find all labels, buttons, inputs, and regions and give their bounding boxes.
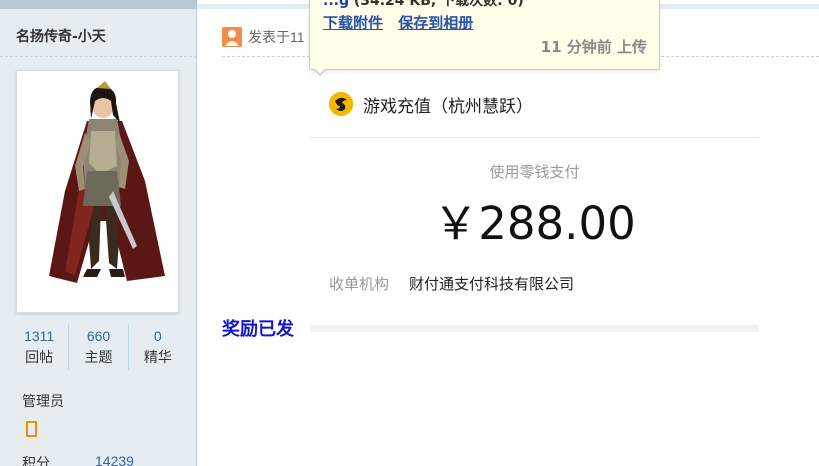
reward-note: 奖励已发 xyxy=(222,319,294,340)
merchant-row: 游戏充值（杭州慧跃） xyxy=(329,91,533,117)
attachment-actions: 下载附件 保存到相册 xyxy=(323,12,483,33)
game-logo-icon xyxy=(329,92,353,116)
stat-value[interactable]: 1311 xyxy=(10,324,68,348)
author-sidebar: 名扬传奇-小天 1311 回帖 660 主题 0 精华 管理员 积分 14239 xyxy=(0,9,197,466)
posted-time: 11 xyxy=(290,29,305,45)
post-header: 发表于 11 xyxy=(222,25,305,49)
attachment-filename-text[interactable]: ...g xyxy=(323,0,349,9)
stat-value[interactable]: 660 xyxy=(69,324,127,348)
merchant-name: 游戏充值（杭州慧跃） xyxy=(363,96,533,117)
download-attachment-link[interactable]: 下载附件 xyxy=(323,14,383,32)
card-bottom-band xyxy=(310,325,759,332)
stat-label: 回帖 xyxy=(25,350,54,366)
posted-label: 发表于 xyxy=(248,30,290,46)
stat-replies[interactable]: 1311 回帖 xyxy=(10,324,70,370)
tooltip-arrow-inner xyxy=(314,68,326,74)
save-to-album-link[interactable]: 保存到相册 xyxy=(398,14,473,32)
stat-threads[interactable]: 660 主题 xyxy=(69,324,129,370)
issuer-value: 财付通支付科技有限公司 xyxy=(409,275,575,293)
payment-method: 使用零钱支付 xyxy=(489,163,580,181)
author-role[interactable]: 管理员 xyxy=(22,391,64,411)
sidebar-divider xyxy=(0,56,197,57)
attachment-tooltip: ...g (34.24 KB, 下载次数: 0) 下载附件 保存到相册 11 分… xyxy=(309,0,660,70)
top-strip xyxy=(0,0,197,9)
author-stats: 1311 回帖 660 主题 0 精华 xyxy=(10,324,187,370)
attachment-meta: (34.24 KB, 下载次数: 0) xyxy=(348,0,524,9)
stat-digest[interactable]: 0 精华 xyxy=(129,324,187,370)
avatar[interactable] xyxy=(16,70,179,313)
payment-amount: ￥288.00 xyxy=(433,197,636,250)
points-label: 积分 xyxy=(22,456,50,466)
points-value: 14239 xyxy=(95,453,134,466)
author-username[interactable]: 名扬传奇-小天 xyxy=(16,26,106,46)
upload-time: 11 分钟前 上传 xyxy=(540,38,647,56)
admin-badge-icon xyxy=(26,421,37,437)
stat-label: 精华 xyxy=(143,350,172,366)
user-icon xyxy=(222,27,242,47)
attachment-filename[interactable]: ...g (34.24 KB, 下载次数: 0) xyxy=(323,0,524,10)
avatar-character-image xyxy=(49,81,165,283)
stat-value[interactable]: 0 xyxy=(129,324,187,348)
card-divider xyxy=(310,137,759,138)
issuer-label: 收单机构 xyxy=(329,275,390,293)
stat-label: 主题 xyxy=(84,350,113,366)
